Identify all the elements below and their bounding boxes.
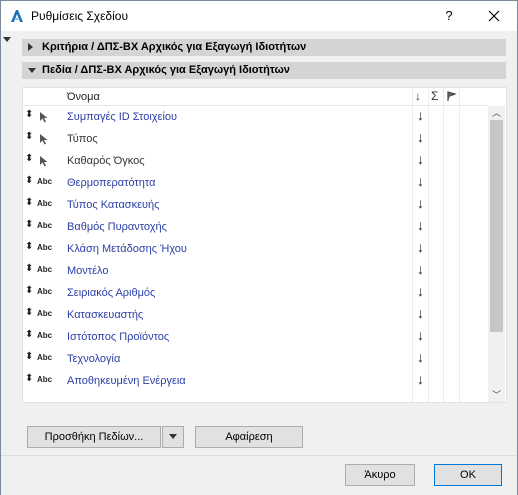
column-header-sum[interactable]: Σ (431, 89, 438, 103)
fields-section-header[interactable]: Πεδία / ΔΠΣ-ΒΧ Αρχικός για Εξαγωγή Ιδιοτ… (22, 62, 506, 79)
column-header-name[interactable]: Όνομα (67, 91, 100, 103)
sort-arrow-icon[interactable]: ↓ (417, 107, 424, 123)
scroll-down-icon[interactable]: ﹀ (488, 388, 505, 400)
table-row[interactable]: ⬍ Καθαρός Όγκος ↓ (23, 150, 488, 172)
app-icon (11, 10, 23, 22)
table-row[interactable]: ⬍ Abc Θερμοπερατότητα ↓ (23, 172, 488, 194)
field-name: Σειριακός Αριθμός (67, 287, 156, 299)
scrollbar-thumb[interactable] (490, 120, 503, 332)
help-button[interactable]: ? (439, 6, 459, 26)
table-row[interactable]: ⬍ Τύπος ↓ (23, 128, 488, 150)
field-name: Τεχνολογία (67, 353, 121, 365)
field-name: Μοντέλο (67, 265, 109, 277)
close-button[interactable] (481, 6, 507, 26)
drag-handle-icon[interactable]: ⬍ (25, 154, 33, 164)
text-type-icon: Abc (37, 199, 53, 208)
drag-handle-icon[interactable]: ⬍ (25, 286, 33, 296)
field-name: Κλάση Μετάδοσης Ήχου (67, 243, 187, 255)
text-type-icon: Abc (37, 375, 53, 384)
table-row[interactable]: ⬍ Abc Σειριακός Αριθμός ↓ (23, 282, 488, 304)
settings-dialog: Ρυθμίσεις Σχεδίου ? Κριτήρια / ΔΠΣ-ΒΧ Αρ… (0, 0, 518, 495)
title-bar: Ρυθμίσεις Σχεδίου ? (1, 1, 517, 31)
text-type-icon: Abc (37, 265, 53, 274)
text-type-icon: Abc (37, 287, 53, 296)
table-row[interactable]: ⬍ Abc Αποθηκευμένη Ενέργεια ↓ (23, 370, 488, 392)
drag-handle-icon[interactable]: ⬍ (25, 264, 33, 274)
column-header-sort[interactable]: ↓ (415, 89, 421, 103)
table-header: Όνομα ↓ Σ (23, 88, 488, 106)
side-menu-arrow-icon[interactable] (3, 37, 11, 42)
field-name: Τύπος Κατασκευής (67, 199, 160, 211)
ok-button[interactable]: OK (434, 464, 502, 486)
criteria-section-title: Κριτήρια / ΔΠΣ-ΒΧ Αρχικός για Εξαγωγή Ιδ… (42, 41, 307, 53)
sort-arrow-icon[interactable]: ↓ (417, 173, 424, 189)
sort-arrow-icon[interactable]: ↓ (417, 305, 424, 321)
table-row[interactable]: ⬍ Abc Ιστότοπος Προϊόντος ↓ (23, 326, 488, 348)
text-type-icon: Abc (37, 177, 53, 186)
fields-table: Όνομα ↓ Σ ⬍ Συμπαγές ID Στοιχείου ↓ ⬍ Τύπος ↓… (22, 87, 507, 403)
table-row[interactable]: ⬍ Abc Κλάση Μετάδοσης Ήχου ↓ (23, 238, 488, 260)
drag-handle-icon[interactable]: ⬍ (25, 110, 33, 120)
chevron-down-icon (169, 434, 177, 439)
add-fields-dropdown[interactable] (162, 426, 184, 448)
drag-handle-icon[interactable]: ⬍ (25, 352, 33, 362)
expand-arrow-icon[interactable] (28, 43, 33, 51)
drag-handle-icon[interactable]: ⬍ (25, 198, 33, 208)
field-name: Συμπαγές ID Στοιχείου (67, 111, 178, 123)
collapse-arrow-icon[interactable] (28, 68, 36, 73)
text-type-icon: Abc (37, 221, 53, 230)
cursor-arrow-icon (40, 156, 48, 167)
fields-section-title: Πεδία / ΔΠΣ-ΒΧ Αρχικός για Εξαγωγή Ιδιοτ… (42, 64, 290, 76)
sort-arrow-icon[interactable]: ↓ (417, 371, 424, 387)
window-title: Ρυθμίσεις Σχεδίου (31, 9, 129, 23)
field-name: Ιστότοπος Προϊόντος (67, 331, 170, 343)
sort-arrow-icon[interactable]: ↓ (417, 349, 424, 365)
table-row[interactable]: ⬍ Abc Τεχνολογία ↓ (23, 348, 488, 370)
remove-button[interactable]: Αφαίρεση (195, 426, 303, 448)
scroll-up-icon[interactable]: ︿ (488, 106, 505, 118)
cancel-button[interactable]: Άκυρο (345, 464, 415, 486)
cursor-arrow-icon (40, 112, 48, 123)
table-row[interactable]: ⬍ Abc Κατασκευαστής ↓ (23, 304, 488, 326)
criteria-section-header[interactable]: Κριτήρια / ΔΠΣ-ΒΧ Αρχικός για Εξαγωγή Ιδ… (22, 39, 506, 56)
sort-arrow-icon[interactable]: ↓ (417, 283, 424, 299)
table-row[interactable]: ⬍ Abc Μοντέλο ↓ (23, 260, 488, 282)
add-fields-button[interactable]: Προσθήκη Πεδίων... (27, 426, 161, 448)
drag-handle-icon[interactable]: ⬍ (25, 242, 33, 252)
drag-handle-icon[interactable]: ⬍ (25, 176, 33, 186)
table-row[interactable]: ⬍ Συμπαγές ID Στοιχείου ↓ (23, 106, 488, 128)
flag-icon[interactable] (446, 91, 457, 102)
drag-handle-icon[interactable]: ⬍ (25, 308, 33, 318)
field-name: Βαθμός Πυραντοχής (67, 221, 167, 233)
field-name: Θερμοπερατότητα (67, 177, 156, 189)
sort-arrow-icon[interactable]: ↓ (417, 195, 424, 211)
field-name: Τύπος (67, 133, 98, 145)
vertical-scrollbar[interactable]: ︿ ﹀ (488, 106, 505, 402)
sort-arrow-icon[interactable]: ↓ (417, 239, 424, 255)
drag-handle-icon[interactable]: ⬍ (25, 374, 33, 384)
text-type-icon: Abc (37, 331, 53, 340)
text-type-icon: Abc (37, 353, 53, 362)
table-row[interactable]: ⬍ Abc Βαθμός Πυραντοχής ↓ (23, 216, 488, 238)
table-row[interactable]: ⬍ Abc Τύπος Κατασκευής ↓ (23, 194, 488, 216)
sort-arrow-icon[interactable]: ↓ (417, 151, 424, 167)
close-icon (488, 10, 500, 22)
sort-arrow-icon[interactable]: ↓ (417, 327, 424, 343)
drag-handle-icon[interactable]: ⬍ (25, 330, 33, 340)
drag-handle-icon[interactable]: ⬍ (25, 132, 33, 142)
sort-arrow-icon[interactable]: ↓ (417, 217, 424, 233)
sort-arrow-icon[interactable]: ↓ (417, 129, 424, 145)
text-type-icon: Abc (37, 309, 53, 318)
drag-handle-icon[interactable]: ⬍ (25, 220, 33, 230)
field-name: Κατασκευαστής (67, 309, 144, 321)
field-name: Αποθηκευμένη Ενέργεια (67, 375, 186, 387)
cursor-arrow-icon (40, 134, 48, 145)
sort-arrow-icon[interactable]: ↓ (417, 261, 424, 277)
field-name: Καθαρός Όγκος (67, 155, 145, 167)
text-type-icon: Abc (37, 243, 53, 252)
